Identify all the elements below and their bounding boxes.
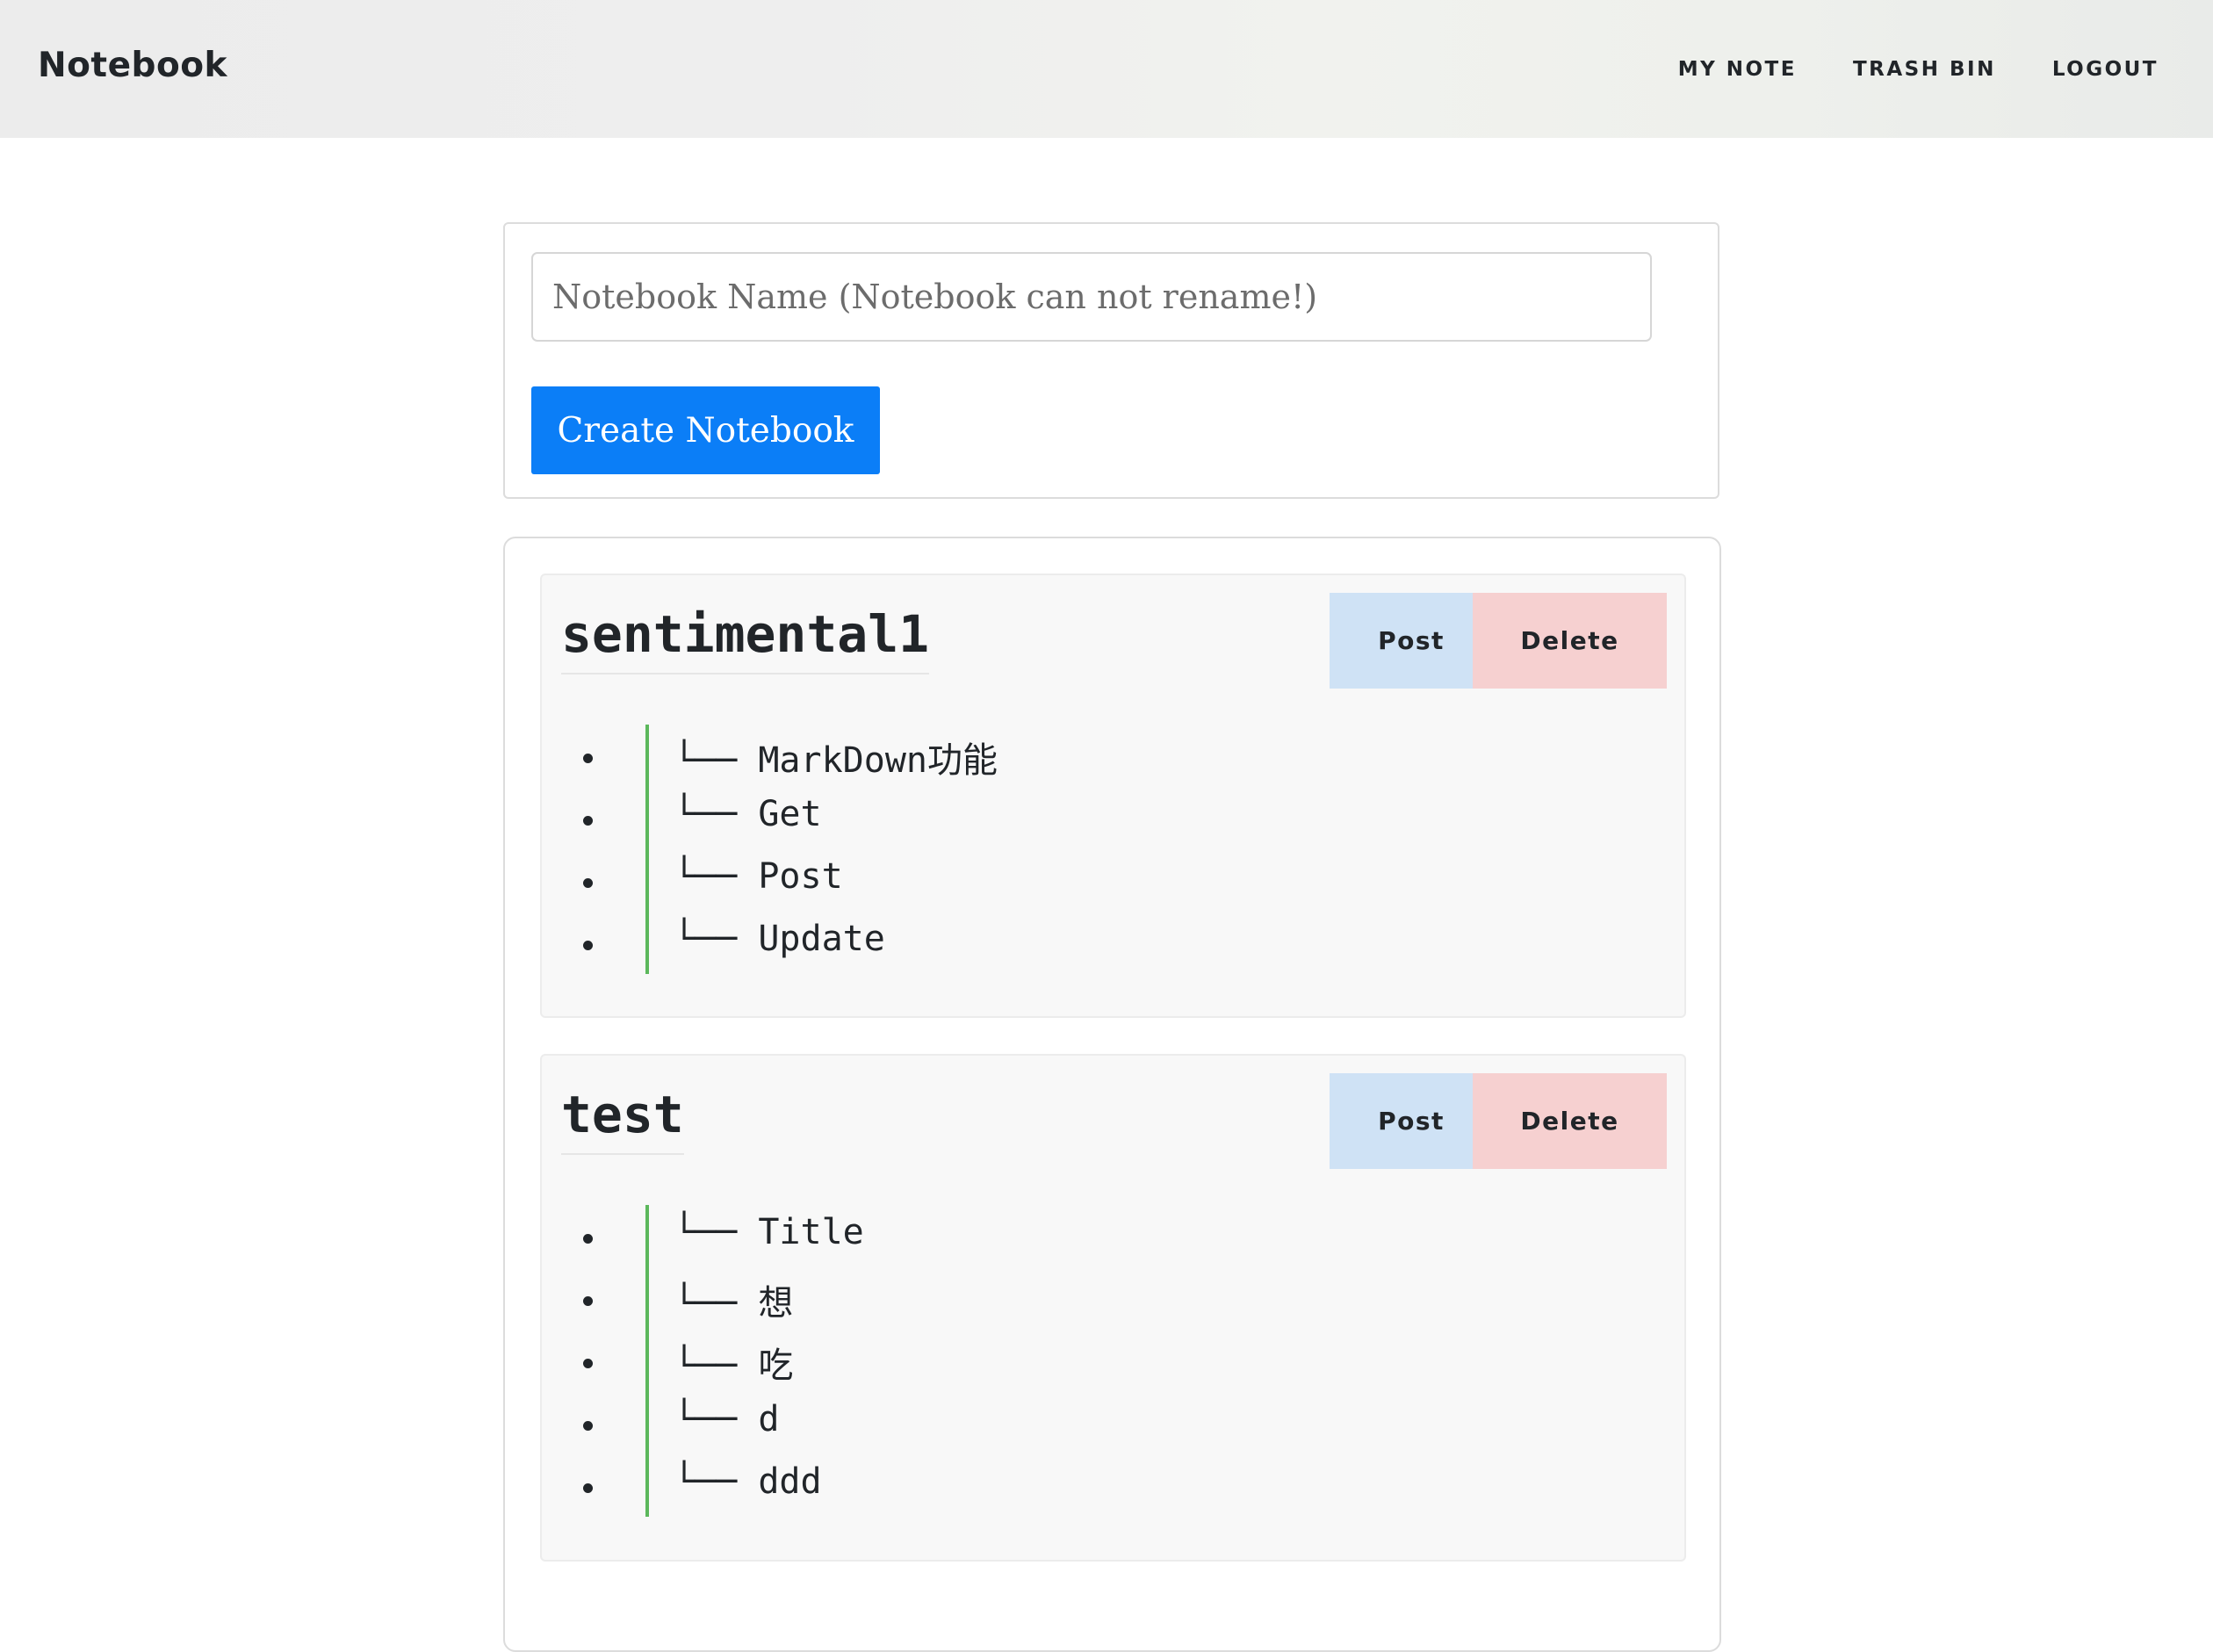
tree-branch-icon: └── (674, 1345, 759, 1386)
tree-branch-icon: └── (674, 1399, 759, 1439)
note-link[interactable]: └── Title (674, 1212, 864, 1252)
notebook-card: test Post Delete └── Title └── 想 └── 吃 └… (540, 1054, 1686, 1562)
note-link[interactable]: └── Update (674, 919, 885, 959)
tree-branch-icon: └── (674, 794, 759, 834)
note-title: Get (758, 794, 822, 834)
bullet-icon (583, 754, 593, 763)
bullet-icon (583, 816, 593, 826)
note-link[interactable]: └── MarkDown功能 (674, 732, 998, 783)
bullet-icon (583, 1359, 593, 1368)
bullet-icon (583, 1296, 593, 1306)
nav-link-trash-bin[interactable]: TRASH BIN (1853, 58, 1996, 81)
bullet-icon (583, 1483, 593, 1493)
tree-branch-icon: └── (674, 1283, 759, 1324)
note-title: Update (758, 919, 885, 959)
list-item: └── Post (542, 849, 1684, 912)
list-item: └── 吃 (542, 1330, 1684, 1392)
tree-branch-icon: └── (674, 740, 759, 781)
tree-branch-icon: └── (674, 856, 759, 897)
list-item: └── ddd (542, 1454, 1684, 1517)
note-title: d (758, 1399, 780, 1439)
nav-links: MY NOTE TRASH BIN LOGOUT (1678, 58, 2159, 81)
notebook-list-panel: sentimental1 Post Delete └── MarkDown功能 … (503, 537, 1721, 1652)
note-title: ddd (758, 1461, 822, 1502)
list-item: └── Update (542, 912, 1684, 974)
delete-button[interactable]: Delete (1473, 593, 1667, 689)
notebook-name-input[interactable] (531, 252, 1652, 342)
bullet-icon (583, 941, 593, 950)
note-link[interactable]: └── ddd (674, 1461, 822, 1502)
notebook-title: test (561, 1086, 684, 1155)
post-button[interactable]: Post (1330, 593, 1493, 689)
tree-branch-icon: └── (674, 1212, 759, 1252)
create-notebook-button[interactable]: Create Notebook (531, 386, 880, 474)
notebook-card: sentimental1 Post Delete └── MarkDown功能 … (540, 574, 1686, 1018)
create-notebook-panel: Create Notebook (503, 222, 1719, 499)
note-title: Title (758, 1212, 864, 1252)
notes-list: └── Title └── 想 └── 吃 └── d └── ddd (542, 1205, 1684, 1517)
note-title: MarkDown功能 (758, 740, 998, 781)
list-item: └── Title (542, 1205, 1684, 1267)
list-item: └── 想 (542, 1267, 1684, 1330)
tree-branch-icon: └── (674, 1461, 759, 1502)
note-link[interactable]: └── 想 (674, 1274, 793, 1325)
note-link[interactable]: └── 吃 (674, 1337, 793, 1388)
bullet-icon (583, 878, 593, 888)
bullet-icon (583, 1234, 593, 1244)
note-link[interactable]: └── d (674, 1399, 779, 1439)
notebook-title: sentimental1 (561, 605, 930, 675)
nav-link-logout[interactable]: LOGOUT (2052, 58, 2159, 81)
notes-list: └── MarkDown功能 └── Get └── Post └── Upda… (542, 725, 1684, 974)
note-title: Post (758, 856, 843, 897)
post-button[interactable]: Post (1330, 1073, 1493, 1169)
nav-link-my-note[interactable]: MY NOTE (1678, 58, 1797, 81)
list-item: └── Get (542, 787, 1684, 849)
note-link[interactable]: └── Get (674, 794, 822, 834)
list-item: └── MarkDown功能 (542, 725, 1684, 787)
top-navbar: Notebook MY NOTE TRASH BIN LOGOUT (0, 0, 2213, 138)
bullet-icon (583, 1421, 593, 1431)
note-link[interactable]: └── Post (674, 856, 843, 897)
delete-button[interactable]: Delete (1473, 1073, 1667, 1169)
tree-branch-icon: └── (674, 919, 759, 959)
list-item: └── d (542, 1392, 1684, 1454)
brand-logo[interactable]: Notebook (38, 46, 227, 85)
note-title: 吃 (758, 1345, 794, 1386)
note-title: 想 (758, 1283, 794, 1324)
